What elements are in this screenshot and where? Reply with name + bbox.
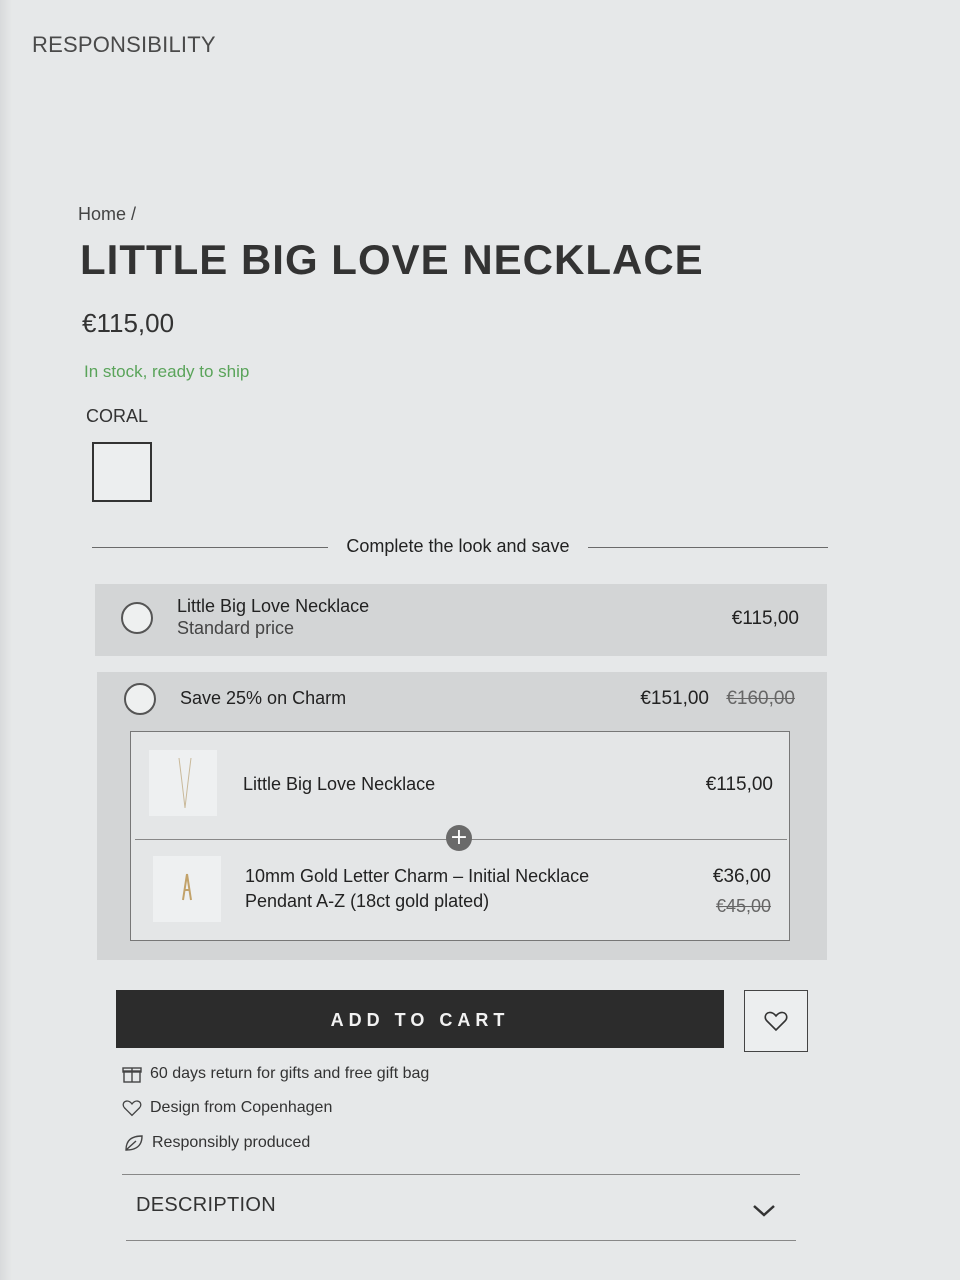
feature-responsible-text: Responsibly produced [152, 1134, 311, 1151]
leaf-icon [125, 1135, 143, 1151]
nav-link-responsibility[interactable]: RESPONSIBILITY [32, 32, 216, 58]
feature-design-text: Design from Copenhagen [150, 1099, 333, 1116]
heart-icon [122, 1100, 142, 1117]
accordion-top-border [122, 1174, 800, 1175]
gift-icon [122, 1067, 142, 1083]
accordion-bottom-border [126, 1240, 796, 1241]
stock-status: In stock, ready to ship [84, 362, 250, 381]
bundle-item-2-name-line1: 10mm Gold Letter Charm – Initial Necklac… [245, 866, 590, 886]
add-to-cart-button[interactable]: ADD TO CART [116, 990, 724, 1048]
bundle-item-2-old-price: €45,00 [715, 896, 771, 916]
bundle-item-2-price: €36,00 [712, 866, 771, 887]
necklace-thumbnail [149, 750, 217, 816]
radio-standard[interactable] [121, 602, 153, 634]
charm-image [182, 873, 192, 901]
description-accordion-label[interactable]: DESCRIPTION [136, 1194, 276, 1217]
product-price: €115,00 [82, 308, 175, 338]
chevron-down-icon[interactable] [750, 1202, 778, 1220]
bundle-item-2-name-line2: Pendant A-Z (18ct gold plated) [245, 891, 490, 911]
divider-left [92, 547, 328, 548]
color-swatch-coral[interactable] [92, 442, 152, 502]
feature-returns-text: 60 days return for gifts and free gift b… [150, 1065, 430, 1082]
radio-save[interactable] [124, 683, 156, 715]
plus-icon: + [446, 825, 472, 851]
option-standard-price: €115,00 [731, 608, 799, 629]
breadcrumb[interactable]: Home / [78, 204, 136, 225]
heart-icon [764, 1011, 788, 1032]
feature-responsible: Responsibly produced [124, 1134, 310, 1152]
bundle-heading: Complete the look and save [346, 536, 570, 556]
option-save-price: €151,00 [640, 688, 709, 709]
bundle-item-1-name: Little Big Love Necklace [243, 774, 436, 794]
option-standard-name: Little Big Love Necklace [177, 596, 370, 616]
color-label: CORAL [86, 406, 149, 426]
bundle-option-standard[interactable]: Little Big Love Necklace Standard price … [95, 584, 827, 656]
bundle-item-1-price: €115,00 [705, 774, 773, 795]
bundle-item-2-name: 10mm Gold Letter Charm – Initial Necklac… [245, 864, 645, 914]
option-standard-sub: Standard price [177, 618, 295, 638]
product-title: LITTLE BIG LOVE NECKLACE [80, 236, 704, 283]
option-save-name: Save 25% on Charm [180, 688, 347, 708]
screen-edge-shadow [0, 0, 12, 1280]
necklace-image [178, 757, 192, 809]
option-save-old-price: €160,00 [726, 688, 795, 709]
divider-right [588, 547, 828, 548]
charm-thumbnail [153, 856, 221, 922]
wishlist-button[interactable] [744, 990, 808, 1052]
feature-returns: 60 days return for gifts and free gift b… [122, 1064, 429, 1084]
feature-design: Design from Copenhagen [122, 1099, 332, 1117]
